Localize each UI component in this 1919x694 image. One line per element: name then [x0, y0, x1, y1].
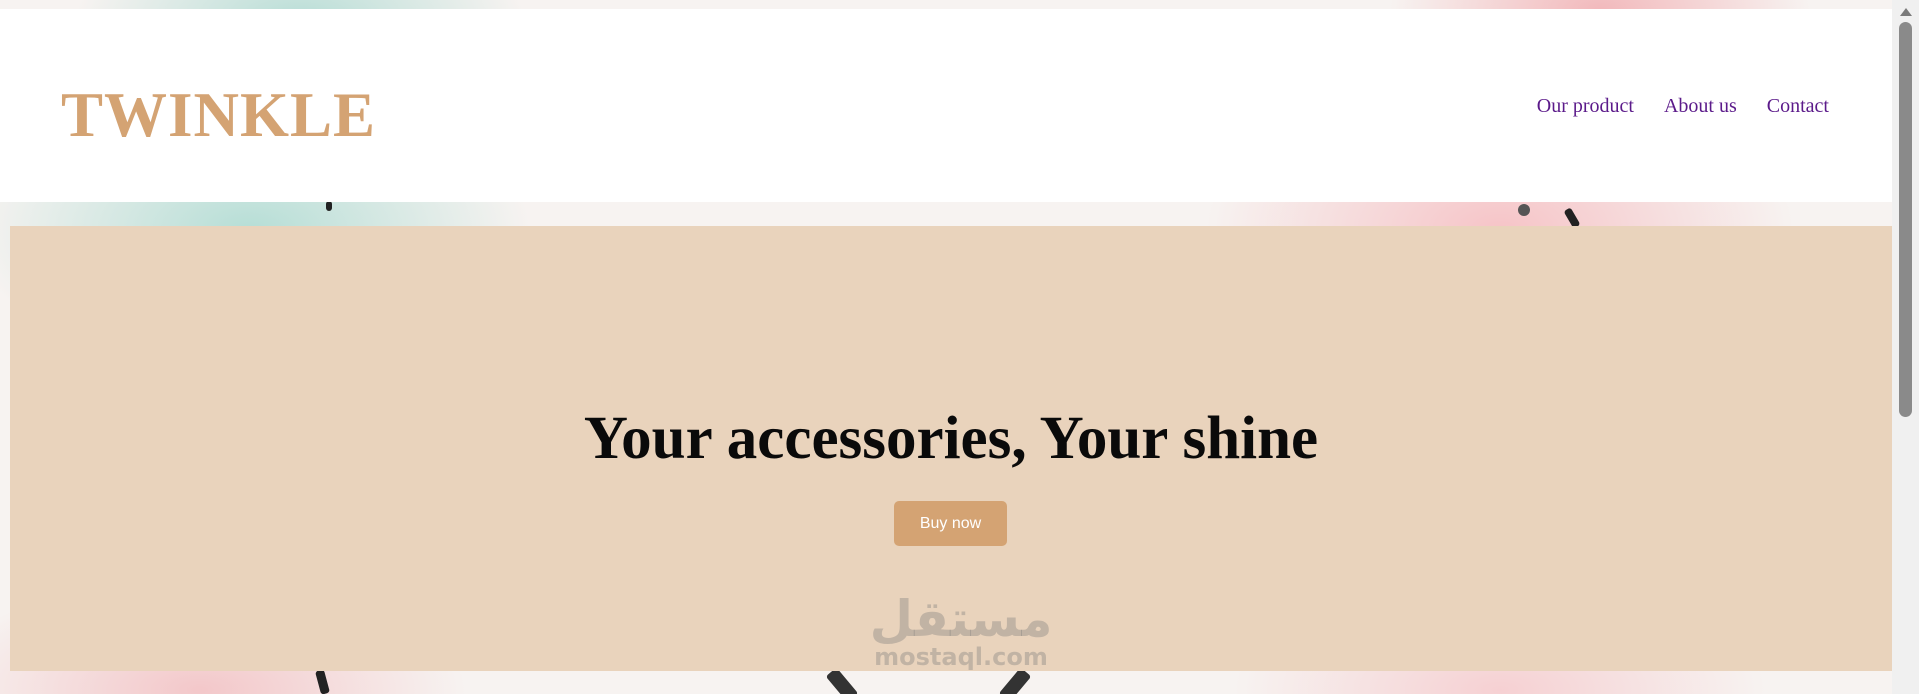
brand-logo[interactable]: TWINKLE [61, 78, 376, 152]
site-header: TWINKLE Our product About us Contact [0, 9, 1892, 202]
watermark-latin: mostaql.com [874, 643, 1048, 671]
buy-now-button[interactable]: Buy now [894, 501, 1007, 546]
background-deco-stroke [1518, 204, 1530, 216]
background-deco-stroke [315, 669, 330, 694]
vertical-scrollbar[interactable] [1892, 0, 1919, 694]
nav-link-about-us[interactable]: About us [1664, 94, 1737, 118]
mostaql-watermark: مستقل mostaql.com [866, 590, 1056, 671]
nav-link-contact[interactable]: Contact [1767, 94, 1829, 118]
watermark-arabic: مستقل [869, 590, 1053, 648]
chevron-up-icon[interactable] [1900, 8, 1912, 16]
background-deco-stroke [326, 201, 332, 211]
scrollbar-thumb[interactable] [1899, 22, 1912, 417]
hero-title: Your accessories, Your shine [583, 405, 1319, 472]
nav-link-our-product[interactable]: Our product [1537, 94, 1634, 118]
background-deco-stroke [825, 667, 859, 694]
main-nav: Our product About us Contact [1537, 94, 1829, 118]
page: TWINKLE Our product About us Contact You… [0, 0, 1919, 694]
background-deco-stroke [998, 667, 1032, 694]
